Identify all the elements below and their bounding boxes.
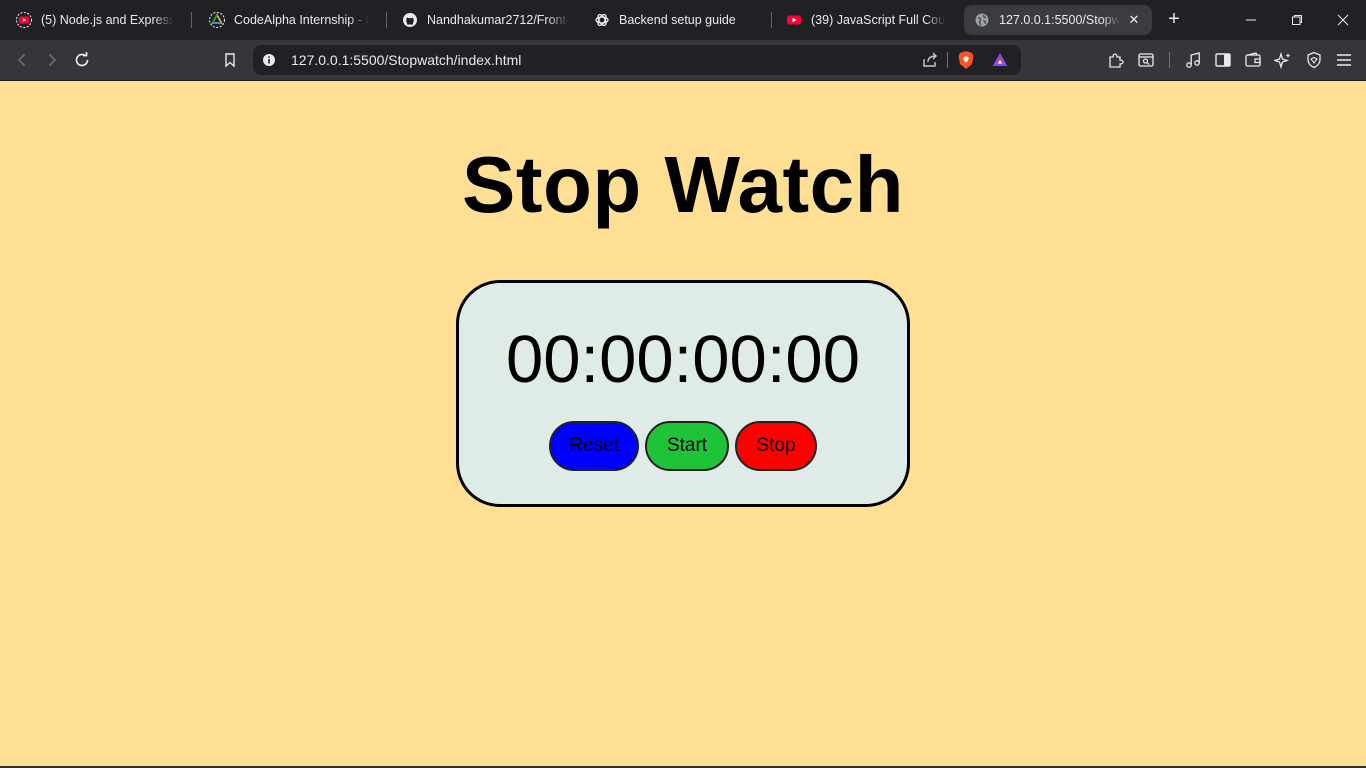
- reset-button[interactable]: Reset: [549, 421, 639, 471]
- tab-backend-guide[interactable]: Backend setup guide: [584, 5, 764, 35]
- tab-label: (5) Node.js and Express.js -: [41, 13, 174, 27]
- url-text: 127.0.0.1:5500/Stopwatch/index.html: [291, 52, 522, 68]
- google-drive-icon: [209, 12, 225, 28]
- leo-ai-icon[interactable]: [1271, 48, 1295, 72]
- tab-label: Backend setup guide: [619, 13, 736, 27]
- minimize-button[interactable]: [1239, 8, 1263, 32]
- tab-search-icon[interactable]: [1134, 48, 1158, 72]
- close-tab-icon[interactable]: ✕: [1126, 12, 1142, 28]
- stop-button[interactable]: Stop: [735, 421, 817, 471]
- tab-github[interactable]: Nandhakumar2712/Front-E: [392, 5, 579, 35]
- start-button[interactable]: Start: [645, 421, 729, 471]
- share-icon[interactable]: [921, 51, 939, 74]
- wallet-icon[interactable]: [1241, 48, 1265, 72]
- time-display: 00:00:00:00: [506, 322, 860, 397]
- sidebar-icon[interactable]: [1211, 48, 1235, 72]
- tab-separator: [191, 12, 192, 28]
- stopwatch-panel: 00:00:00:00 Reset Start Stop: [456, 280, 910, 507]
- brave-shields-icon[interactable]: [957, 50, 975, 75]
- brave-rewards-icon[interactable]: [991, 51, 1009, 74]
- bookmark-icon[interactable]: [218, 48, 242, 72]
- new-tab-button[interactable]: +: [1162, 8, 1186, 32]
- reload-icon[interactable]: [70, 48, 94, 72]
- toolbar-divider: [1169, 52, 1170, 68]
- restore-button[interactable]: [1285, 8, 1309, 32]
- tab-label: Nandhakumar2712/Front-E: [427, 13, 569, 27]
- close-window-button[interactable]: [1331, 8, 1355, 32]
- page-content: Stop Watch 00:00:00:00 Reset Start Stop: [0, 81, 1366, 768]
- menu-icon[interactable]: [1332, 48, 1356, 72]
- site-info-icon[interactable]: [261, 52, 277, 73]
- extensions-icon[interactable]: [1104, 48, 1128, 72]
- tab-label: CodeAlpha Internship - Mo: [234, 13, 369, 27]
- youtube-icon: [16, 12, 32, 28]
- tab-strip: (5) Node.js and Express.js - CodeAlpha I…: [0, 0, 1366, 40]
- youtube-icon: [786, 12, 802, 28]
- globe-icon: [974, 12, 990, 28]
- tab-separator: [386, 12, 387, 28]
- tab-codealpha[interactable]: CodeAlpha Internship - Mo: [199, 5, 379, 35]
- address-divider: [947, 52, 948, 68]
- forward-icon[interactable]: [40, 48, 64, 72]
- media-controls-icon[interactable]: [1181, 48, 1205, 72]
- back-icon[interactable]: [10, 48, 34, 72]
- github-icon: [402, 12, 418, 28]
- chatgpt-icon: [594, 12, 610, 28]
- tab-label: 127.0.0.1:5500/Stopwa: [999, 13, 1120, 27]
- address-bar[interactable]: 127.0.0.1:5500/Stopwatch/index.html: [253, 45, 1021, 75]
- vpn-shield-icon[interactable]: [1302, 48, 1326, 72]
- tab-nodejs-express[interactable]: (5) Node.js and Express.js -: [6, 5, 184, 35]
- tab-separator: [771, 12, 772, 28]
- tab-stopwatch[interactable]: 127.0.0.1:5500/Stopwa ✕: [964, 5, 1152, 35]
- tab-label: (39) JavaScript Full Course: [811, 13, 946, 27]
- page-title: Stop Watch: [462, 140, 904, 229]
- tab-javascript-course[interactable]: (39) JavaScript Full Course: [776, 5, 956, 35]
